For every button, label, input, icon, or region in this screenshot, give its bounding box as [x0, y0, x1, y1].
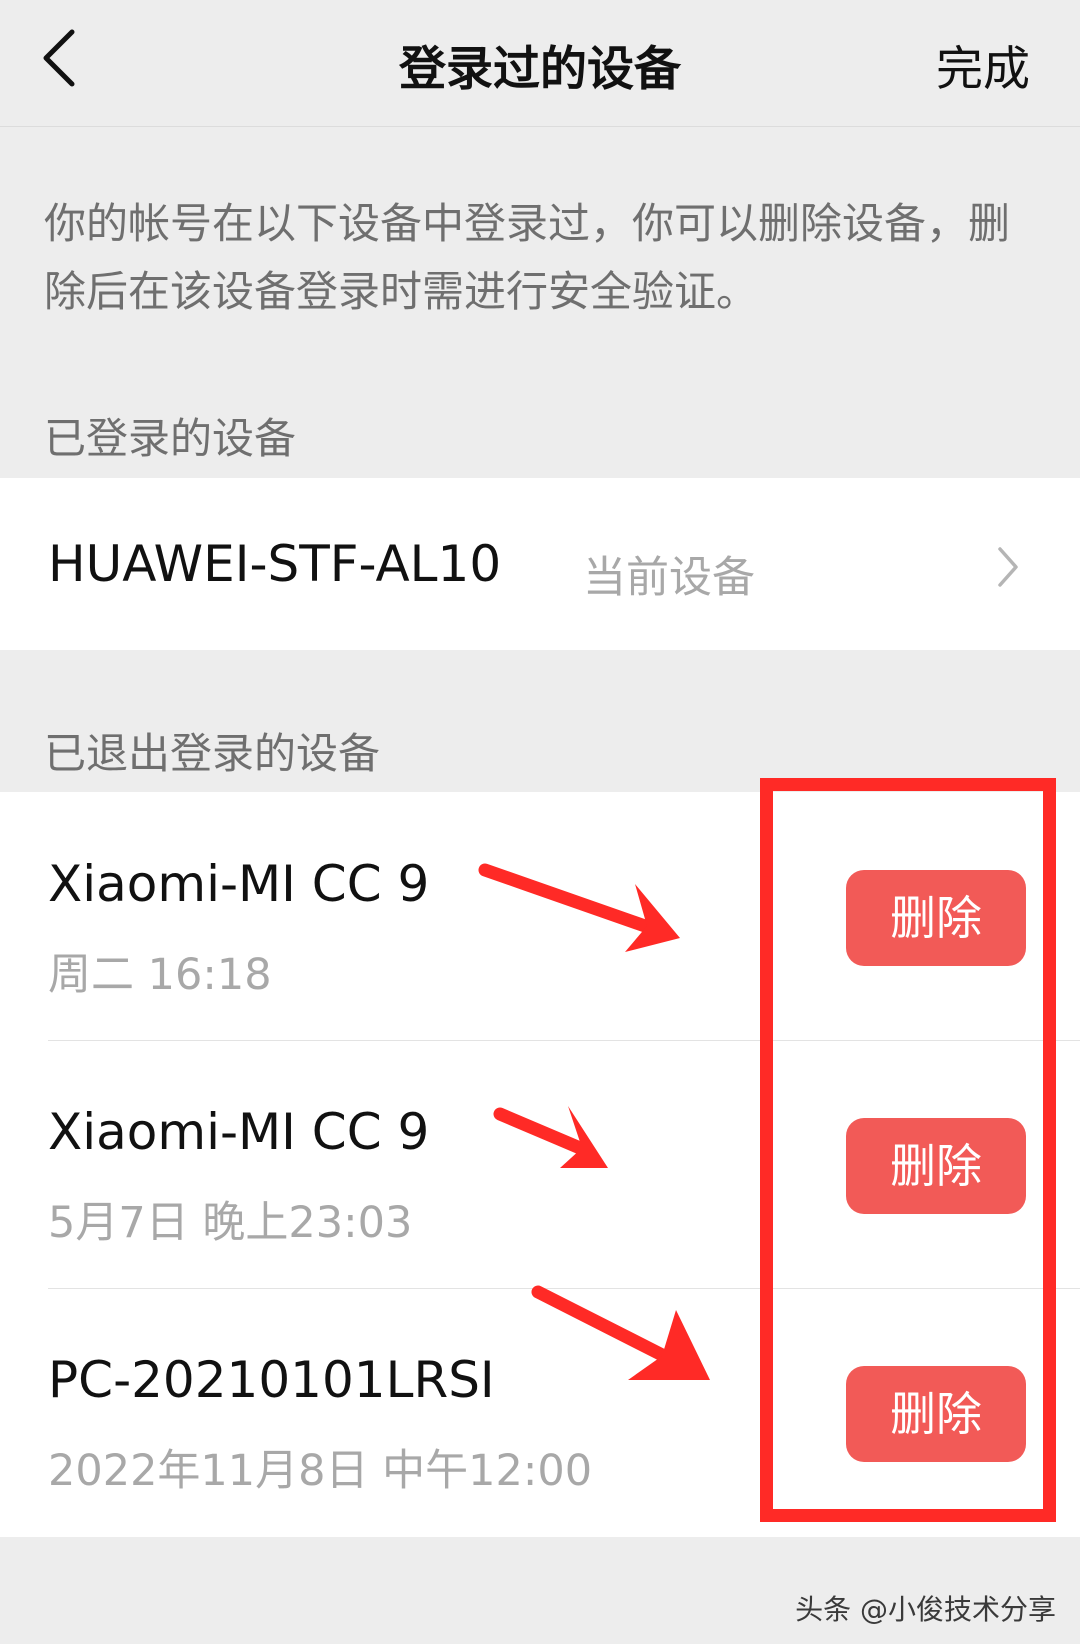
- red-arrow-icon: [493, 1106, 608, 1168]
- page-title: 登录过的设备: [399, 42, 681, 97]
- red-arrow-icon: [531, 1285, 710, 1380]
- current-device-tag: 当前设备: [583, 553, 755, 603]
- device-last-login-time: 5月7日 晚上23:03: [48, 1198, 413, 1248]
- device-last-login-time: 周二 16:18: [48, 950, 272, 1000]
- section-label-logged-in: 已登录的设备: [44, 414, 297, 463]
- device-last-login-time: 2022年11月8日 中午12:00: [48, 1446, 593, 1496]
- chevron-right-icon: [998, 547, 1018, 587]
- intro-description: 你的帐号在以下设备中登录过，你可以删除设备，删除后在该设备登录时需进行安全验证。: [44, 199, 1011, 316]
- device-name: Xiaomi-MI CC 9: [48, 855, 430, 913]
- watermark: 头条 @小俊技术分享: [795, 1593, 1056, 1626]
- device-name: PC-20210101LRSI: [48, 1351, 495, 1409]
- current-device-name: HUAWEI-STF-AL10: [48, 535, 502, 593]
- nav-bar: 登录过的设备 完成: [0, 0, 1080, 127]
- section-label-logged-out: 已退出登录的设备: [44, 729, 381, 778]
- highlight-box-annotation: [760, 778, 1056, 1522]
- red-arrow-icon: [478, 863, 680, 952]
- device-name: Xiaomi-MI CC 9: [48, 1103, 430, 1161]
- done-button[interactable]: 完成: [936, 30, 1030, 99]
